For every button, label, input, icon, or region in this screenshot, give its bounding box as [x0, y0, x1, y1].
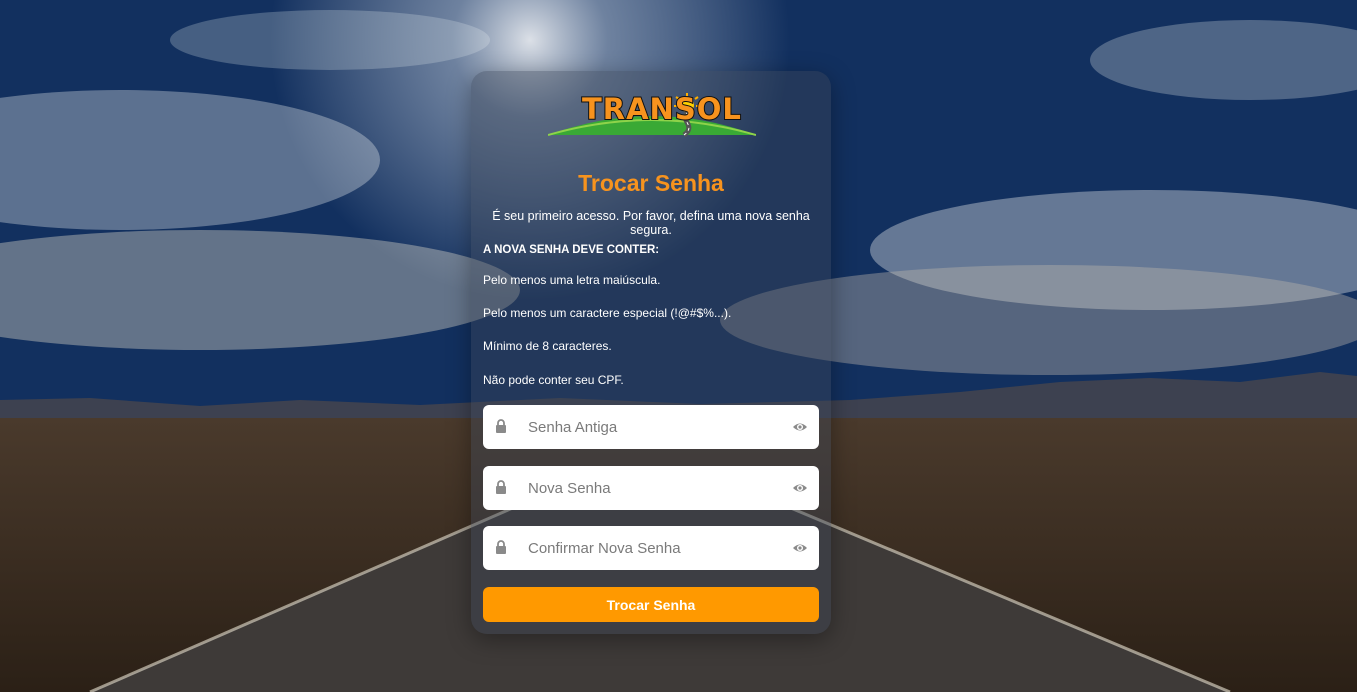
- eye-icon[interactable]: [792, 481, 808, 495]
- new-password-field: [483, 466, 819, 510]
- logo-text: TRANSOL: [581, 92, 742, 126]
- change-password-card: TRANSOL Trocar Senha É seu primeiro aces…: [471, 71, 831, 634]
- requirements-heading: A NOVA SENHA DEVE CONTER:: [483, 244, 660, 256]
- old-password-field: [483, 405, 819, 449]
- lock-icon: [496, 480, 506, 494]
- requirement-item: Pelo menos uma letra maiúscula.: [483, 273, 661, 287]
- confirm-password-field: [483, 526, 819, 570]
- new-password-input[interactable]: [528, 466, 778, 510]
- transol-logo: TRANSOL: [547, 91, 757, 138]
- requirement-item: Mínimo de 8 caracteres.: [483, 339, 612, 353]
- page-title: Trocar Senha: [578, 170, 724, 196]
- old-password-input[interactable]: [528, 405, 778, 449]
- page-subtitle: É seu primeiro acesso. Por favor, defina…: [492, 209, 810, 237]
- eye-icon[interactable]: [792, 541, 808, 555]
- lock-icon: [496, 540, 506, 554]
- confirm-password-input[interactable]: [528, 526, 778, 570]
- eye-icon[interactable]: [792, 420, 808, 434]
- lock-icon: [496, 419, 506, 433]
- requirement-item: Não pode conter seu CPF.: [483, 373, 624, 387]
- change-password-button[interactable]: Trocar Senha: [483, 587, 819, 622]
- requirement-item: Pelo menos um caractere especial (!@#$%.…: [483, 306, 732, 320]
